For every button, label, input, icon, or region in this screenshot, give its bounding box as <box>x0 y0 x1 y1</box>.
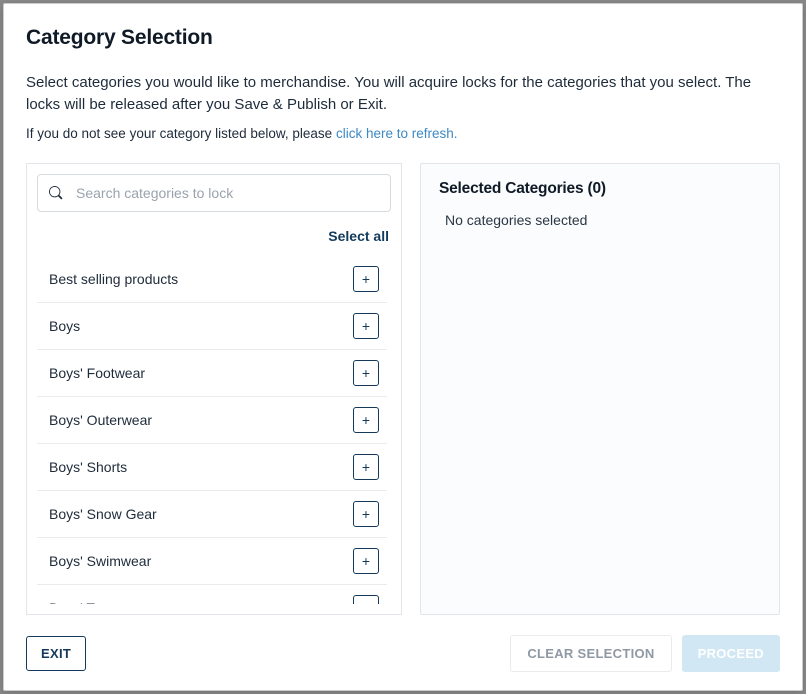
proceed-button[interactable]: PROCEED <box>682 635 780 672</box>
add-category-button[interactable]: + <box>353 548 379 574</box>
category-name: Best selling products <box>49 271 178 287</box>
refresh-hint: If you do not see your category listed b… <box>26 126 780 141</box>
selected-empty-text: No categories selected <box>445 212 767 228</box>
selected-title: Selected Categories (0) <box>439 180 761 198</box>
category-list[interactable]: Best selling products + Boys + Boys' Foo… <box>37 256 391 605</box>
category-name: Boys' Outerwear <box>49 412 152 428</box>
add-category-button[interactable]: + <box>353 501 379 527</box>
add-category-button[interactable]: + <box>353 313 379 339</box>
category-selection-modal: Category Selection Select categories you… <box>3 3 803 691</box>
modal-title: Category Selection <box>26 26 780 50</box>
category-name: Boys <box>49 318 80 334</box>
modal-footer: EXIT CLEAR SELECTION PROCEED <box>26 635 780 672</box>
search-input[interactable] <box>37 174 391 212</box>
add-category-button[interactable]: + <box>353 360 379 386</box>
select-all-link[interactable]: Select all <box>328 228 389 244</box>
category-row: Boys' Swimwear + <box>37 537 387 584</box>
add-category-button[interactable]: + <box>353 595 379 605</box>
selected-categories-panel: Selected Categories (0) No categories se… <box>420 163 780 616</box>
refresh-hint-text: If you do not see your category listed b… <box>26 126 336 141</box>
add-category-button[interactable]: + <box>353 266 379 292</box>
category-name: Boys' Swimwear <box>49 553 151 569</box>
category-row: Boys' Footwear + <box>37 349 387 396</box>
category-row: Boys' Shorts + <box>37 443 387 490</box>
add-category-button[interactable]: + <box>353 407 379 433</box>
available-categories-panel: Select all Best selling products + Boys … <box>26 163 402 616</box>
category-list-wrap: Best selling products + Boys + Boys' Foo… <box>37 256 391 605</box>
category-row: Best selling products + <box>37 256 387 302</box>
add-category-button[interactable]: + <box>353 454 379 480</box>
category-name: Boys' Snow Gear <box>49 506 157 522</box>
category-name: Boys' Tops <box>49 600 116 605</box>
clear-selection-button[interactable]: CLEAR SELECTION <box>510 635 671 672</box>
category-name: Boys' Footwear <box>49 365 145 381</box>
search-icon <box>49 186 63 200</box>
search-container <box>37 174 391 212</box>
category-row: Boys' Snow Gear + <box>37 490 387 537</box>
panels: Select all Best selling products + Boys … <box>26 163 780 616</box>
category-row: Boys' Outerwear + <box>37 396 387 443</box>
refresh-link[interactable]: click here to refresh. <box>336 126 458 141</box>
exit-button[interactable]: EXIT <box>26 636 86 671</box>
select-all-row: Select all <box>37 222 391 256</box>
modal-description: Select categories you would like to merc… <box>26 72 780 116</box>
category-row: Boys' Tops + <box>37 584 387 605</box>
category-row: Boys + <box>37 302 387 349</box>
category-name: Boys' Shorts <box>49 459 127 475</box>
